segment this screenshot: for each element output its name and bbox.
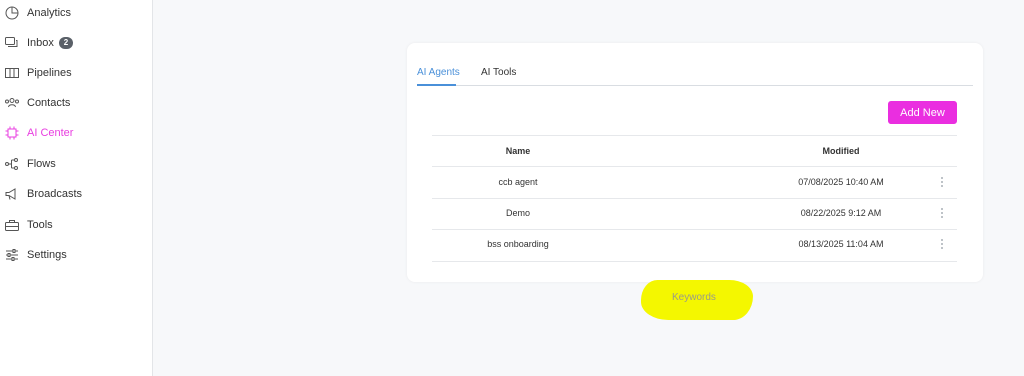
agent-name[interactable]: Demo xyxy=(506,208,530,218)
sidebar-item-label: Inbox xyxy=(27,37,54,49)
add-new-button[interactable]: Add New xyxy=(888,101,957,124)
sliders-icon xyxy=(6,249,18,261)
tab-ai-tools[interactable]: AI Tools xyxy=(481,67,516,78)
flows-icon xyxy=(5,158,18,170)
sidebar-item-contacts[interactable]: Contacts xyxy=(0,92,152,114)
sidebar-item-ai-center[interactable]: AI Center xyxy=(0,122,152,144)
analytics-icon xyxy=(5,6,19,20)
column-header-modified: Modified xyxy=(822,146,860,156)
sidebar-item-settings[interactable]: Settings xyxy=(0,244,152,266)
ai-agents-card: AI Agents AI Tools Add New Name Modified… xyxy=(407,43,983,282)
sidebar-item-label: Flows xyxy=(27,158,56,170)
unread-count-badge: 2 xyxy=(59,37,73,49)
sidebar-item-inbox[interactable]: Inbox 2 xyxy=(0,32,152,54)
sidebar-item-label: Pipelines xyxy=(27,67,72,79)
agent-modified: 08/22/2025 9:12 AM xyxy=(800,208,882,218)
column-header-name: Name xyxy=(505,146,531,156)
tab-ai-agents[interactable]: AI Agents xyxy=(417,67,460,78)
sidebar-item-label: Contacts xyxy=(27,97,71,109)
megaphone-icon xyxy=(5,188,16,200)
agent-modified: 08/13/2025 11:04 AM xyxy=(798,239,884,249)
sidebar-item-analytics[interactable]: Analytics xyxy=(0,2,152,24)
table-divider xyxy=(432,198,957,199)
table-divider xyxy=(432,229,957,230)
sidebar-item-label: AI Center xyxy=(27,127,74,139)
sidebar-item-label: Broadcasts xyxy=(27,188,83,200)
sidebar-item-label: Settings xyxy=(27,249,67,261)
row-menu-icon[interactable] xyxy=(937,177,947,189)
tab-bar: AI Agents AI Tools xyxy=(417,65,973,86)
table-divider xyxy=(432,166,957,167)
active-tab-indicator xyxy=(417,84,456,86)
sidebar-item-label: Analytics xyxy=(27,7,72,19)
sidebar-item-pipelines[interactable]: Pipelines xyxy=(0,62,152,84)
agent-name[interactable]: bss onboarding xyxy=(487,239,549,249)
sidebar: Analytics Inbox 2 Pipelines Contacts AI … xyxy=(0,0,153,376)
sidebar-item-flows[interactable]: Flows xyxy=(0,153,152,175)
row-menu-icon[interactable] xyxy=(937,208,947,220)
sidebar-item-label: Tools xyxy=(27,219,53,231)
contacts-icon xyxy=(5,98,19,108)
sidebar-item-tools[interactable]: Tools xyxy=(0,214,152,236)
agent-modified: 07/08/2025 10:40 AM xyxy=(798,177,884,187)
table-divider xyxy=(432,261,957,262)
toolbox-icon xyxy=(5,220,19,231)
keywords-link[interactable]: Keywords xyxy=(672,292,716,303)
inbox-icon xyxy=(5,37,18,47)
pipelines-icon xyxy=(5,68,19,78)
row-menu-icon[interactable] xyxy=(937,239,947,251)
table-divider xyxy=(432,135,957,136)
sidebar-item-broadcasts[interactable]: Broadcasts xyxy=(0,183,152,205)
chip-icon xyxy=(5,126,19,140)
agent-name[interactable]: ccb agent xyxy=(498,177,537,187)
